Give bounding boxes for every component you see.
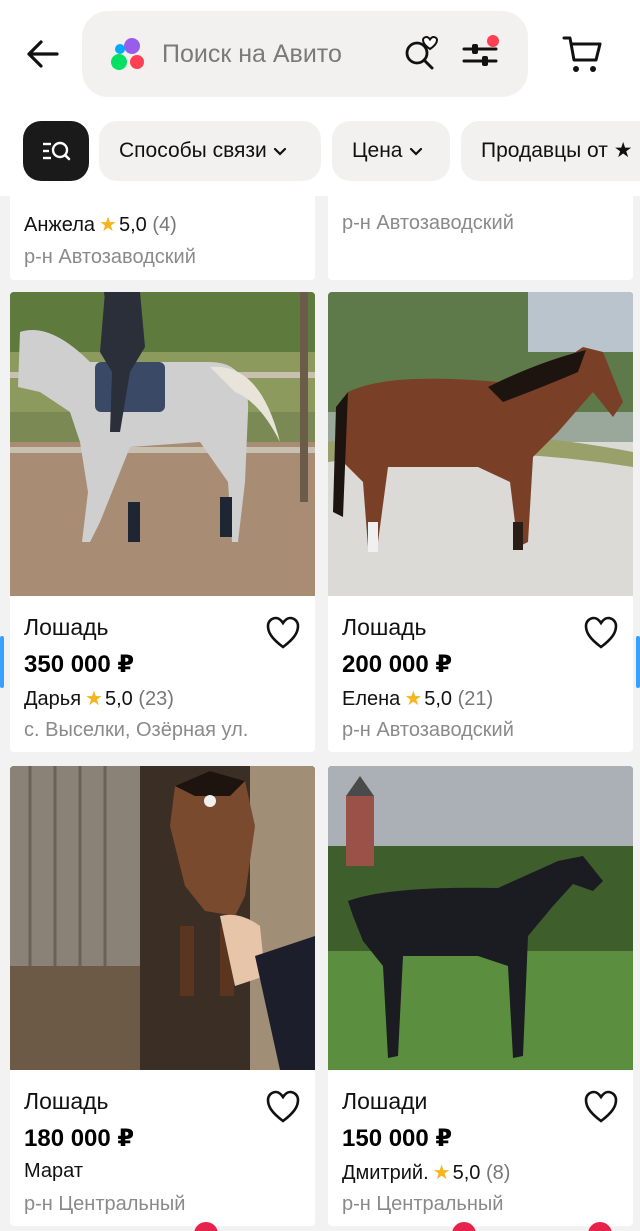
seller-name: Дарья: [24, 688, 82, 710]
chip-price[interactable]: Цена: [332, 121, 450, 181]
review-count: (4): [152, 214, 177, 236]
star-icon: ★: [99, 214, 117, 236]
listing-price: 150 000 ₽: [342, 1125, 453, 1152]
chevron-down-icon: [409, 121, 423, 181]
chip-label: Продавцы от ★: [481, 139, 633, 162]
filter-search-icon: [43, 141, 71, 161]
seller-info: Елена ★ 5,0 (21): [342, 686, 493, 711]
seller-info: Марат: [24, 1160, 83, 1183]
listing-card[interactable]: Лошадь 180 000 ₽ Марат р-н Центральный: [10, 766, 315, 1226]
back-arrow-icon[interactable]: [22, 34, 62, 74]
listing-card[interactable]: Лошадь 200 000 ₽ Елена ★ 5,0 (21) р-н Авто…: [328, 292, 633, 752]
filters-sliders-icon[interactable]: [460, 35, 500, 73]
review-count: (21): [457, 688, 494, 710]
favorite-heart-icon[interactable]: [583, 616, 619, 650]
search-bar[interactable]: Поиск на Авито: [82, 11, 528, 97]
chip-sellers-rating[interactable]: Продавцы от ★: [461, 121, 640, 181]
listing-location: р-н Автозаводский: [342, 719, 514, 741]
listing-title[interactable]: Лошади: [342, 1088, 427, 1115]
top-bar: Поиск на Авито: [0, 0, 640, 108]
favorite-heart-icon[interactable]: [265, 1090, 301, 1124]
review-count: (8): [485, 1162, 511, 1184]
seller-rating: 5,0: [104, 688, 133, 710]
listing-price: 350 000 ₽: [24, 651, 135, 678]
listing-photo[interactable]: [328, 766, 633, 1070]
avito-logo-icon: [110, 37, 146, 71]
cart-icon[interactable]: [560, 32, 604, 76]
listing-price: 200 000 ₽: [342, 651, 453, 678]
scroll-edge-indicator: [0, 636, 4, 688]
seller-info: Анжела ★ 5,0 (4): [24, 212, 177, 237]
listing-location: р-н Центральный: [342, 1193, 504, 1215]
listing-photo[interactable]: [10, 292, 315, 596]
seller-info: Дмитрий. ★ 5,0 (8): [342, 1160, 510, 1185]
listing-card[interactable]: Лошадь 350 000 ₽ Дарья ★ 5,0 (23) с. Высел…: [10, 292, 315, 752]
star-icon: ★: [85, 688, 103, 710]
seller-name: Дмитрий.: [342, 1162, 429, 1184]
chip-contact-methods[interactable]: Способы связи: [99, 121, 321, 181]
listing-location: р-н Автозаводский: [24, 246, 196, 268]
star-icon: ★: [432, 1162, 451, 1184]
seller-rating: 5,0: [452, 1162, 481, 1184]
seller-rating: 5,0: [424, 688, 453, 710]
all-filters-button[interactable]: [23, 121, 89, 181]
listing-location: с. Выселки, Озёрная ул.: [24, 719, 249, 741]
listing-card[interactable]: Лошади 150 000 ₽ Дмитрий. ★ 5,0 (8) р-н Це…: [328, 766, 633, 1226]
listing-title[interactable]: Лошадь: [24, 614, 109, 641]
scroll-edge-indicator: [636, 636, 640, 688]
listing-photo[interactable]: [10, 766, 315, 1070]
star-icon: ★: [404, 688, 423, 710]
listing-title[interactable]: Лошадь: [24, 1088, 109, 1115]
listing-photo[interactable]: [328, 292, 633, 596]
review-count: (23): [138, 688, 174, 710]
listing-location: р-н Автозаводский: [342, 212, 514, 234]
chip-label: Способы связи: [119, 139, 267, 162]
seller-name: Марат: [24, 1160, 83, 1182]
favorite-heart-icon[interactable]: [265, 616, 301, 650]
chip-label: Цена: [352, 139, 403, 162]
listing-location: р-н Центральный: [24, 1193, 186, 1215]
saved-search-heart-icon[interactable]: [402, 35, 440, 73]
seller-name: Анжела: [24, 214, 96, 236]
listing-title[interactable]: Лошадь: [342, 614, 427, 641]
seller-rating: 5,0: [118, 214, 147, 236]
seller-name: Елена: [342, 688, 401, 710]
filter-chips-bar: Способы связи Цена Продавцы от ★: [0, 108, 640, 196]
search-input[interactable]: Поиск на Авито: [162, 11, 342, 97]
chevron-down-icon: [273, 121, 287, 181]
favorite-heart-icon[interactable]: [583, 1090, 619, 1124]
seller-info: Дарья ★ 5,0 (23): [24, 686, 174, 711]
listing-price: 180 000 ₽: [24, 1125, 135, 1152]
